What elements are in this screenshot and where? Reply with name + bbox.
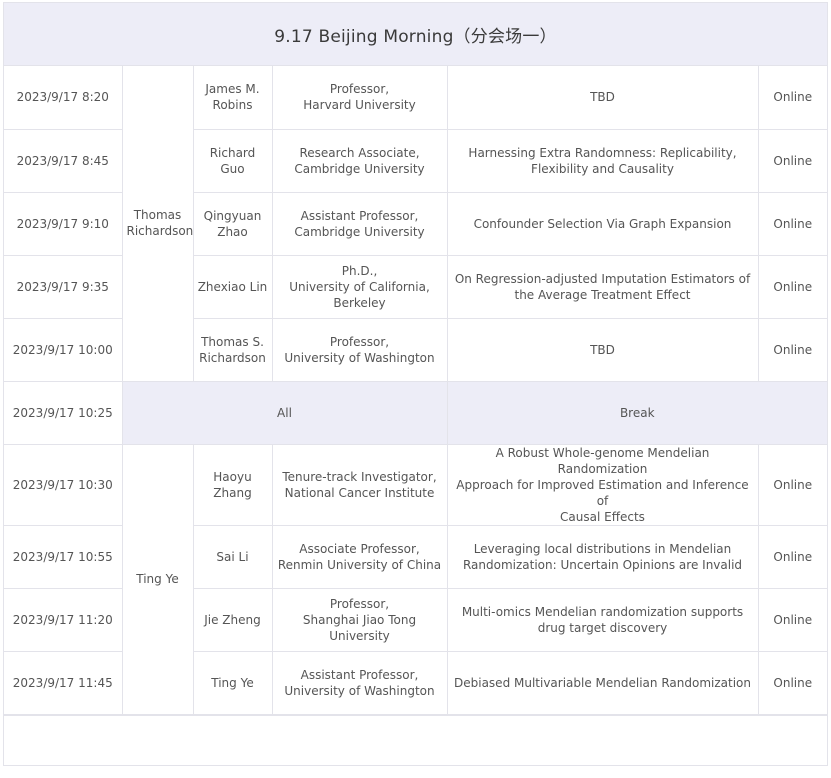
- break-who-cell: All: [121, 380, 448, 445]
- time-cell: 2023/9/17 8:20: [4, 66, 123, 130]
- speaker-cell: Ting Ye: [192, 650, 273, 715]
- affiliation-cell: Professor, Harvard University: [271, 66, 448, 130]
- table-row: 2023/9/17 10:30 Ting Ye Haoyu Zhang Tenu…: [4, 443, 827, 715]
- time-cell: 2023/9/17 10:30: [4, 443, 123, 526]
- mode-cell: Online: [757, 254, 827, 319]
- speaker-cell: Jie Zheng: [192, 587, 273, 652]
- schedule-table: 2023/9/17 8:20 Thomas Richardson James M…: [4, 66, 827, 715]
- affiliation-cell: Associate Professor, Renmin University o…: [271, 524, 448, 589]
- time-cell: 2023/9/17 9:35: [4, 254, 123, 319]
- affiliation-cell: Professor, Shanghai Jiao Tong University: [271, 587, 448, 652]
- talk-title-cell: Harnessing Extra Randomness: Replicabili…: [446, 128, 759, 193]
- mode-cell: Online: [757, 650, 827, 715]
- affiliation-cell: Professor, University of Washington: [271, 317, 448, 382]
- speaker-cell: Richard Guo: [192, 128, 273, 193]
- time-cell: 2023/9/17 9:10: [4, 191, 123, 256]
- speaker-cell: Sai Li: [192, 524, 273, 589]
- chair-cell: Thomas Richardson: [121, 66, 194, 382]
- chair-cell: Ting Ye: [121, 443, 194, 715]
- time-cell: 2023/9/17 8:45: [4, 128, 123, 193]
- mode-cell: Online: [757, 587, 827, 652]
- empty-footer-area: [4, 714, 827, 778]
- speaker-cell: Thomas S. Richardson: [192, 317, 273, 382]
- talk-title-cell: Debiased Multivariable Mendelian Randomi…: [446, 650, 759, 715]
- speaker-cell: Haoyu Zhang: [192, 443, 273, 526]
- time-cell: 2023/9/17 11:20: [4, 587, 123, 652]
- mode-cell: Online: [757, 128, 827, 193]
- speaker-cell: Zhexiao Lin: [192, 254, 273, 319]
- time-cell: 2023/9/17 11:45: [4, 650, 123, 715]
- mode-cell: Online: [757, 317, 827, 382]
- schedule-panel: 9.17 Beijing Morning（分会场一） 2023/9/17 8:2…: [3, 2, 828, 766]
- talk-title-cell: Leveraging local distributions in Mendel…: [446, 524, 759, 589]
- talk-title-cell: A Robust Whole-genome Mendelian Randomiz…: [446, 443, 759, 526]
- mode-cell: Online: [757, 66, 827, 130]
- mode-cell: Online: [757, 524, 827, 589]
- session-title: 9.17 Beijing Morning（分会场一）: [274, 26, 557, 47]
- talk-title-cell: On Regression-adjusted Imputation Estima…: [446, 254, 759, 319]
- affiliation-cell: Tenure-track Investigator, National Canc…: [271, 443, 448, 526]
- affiliation-cell: Ph.D., University of California, Berkele…: [271, 254, 448, 319]
- break-row: 2023/9/17 10:25 All Break: [4, 380, 827, 445]
- speaker-cell: Qingyuan Zhao: [192, 191, 273, 256]
- time-cell: 2023/9/17 10:25: [4, 380, 123, 445]
- mode-cell: Online: [757, 191, 827, 256]
- break-label-cell: Break: [446, 380, 827, 445]
- affiliation-cell: Assistant Professor, University of Washi…: [271, 650, 448, 715]
- session-header: 9.17 Beijing Morning（分会场一）: [4, 3, 827, 66]
- affiliation-cell: Assistant Professor, Cambridge Universit…: [271, 191, 448, 256]
- time-cell: 2023/9/17 10:55: [4, 524, 123, 589]
- time-cell: 2023/9/17 10:00: [4, 317, 123, 382]
- talk-title-cell: TBD: [446, 317, 759, 382]
- talk-title-cell: Confounder Selection Via Graph Expansion: [446, 191, 759, 256]
- affiliation-cell: Research Associate, Cambridge University: [271, 128, 448, 193]
- talk-title-cell: Multi-omics Mendelian randomization supp…: [446, 587, 759, 652]
- talk-title-cell: TBD: [446, 66, 759, 130]
- speaker-cell: James M. Robins: [192, 66, 273, 130]
- table-row: 2023/9/17 8:20 Thomas Richardson James M…: [4, 66, 827, 382]
- mode-cell: Online: [757, 443, 827, 526]
